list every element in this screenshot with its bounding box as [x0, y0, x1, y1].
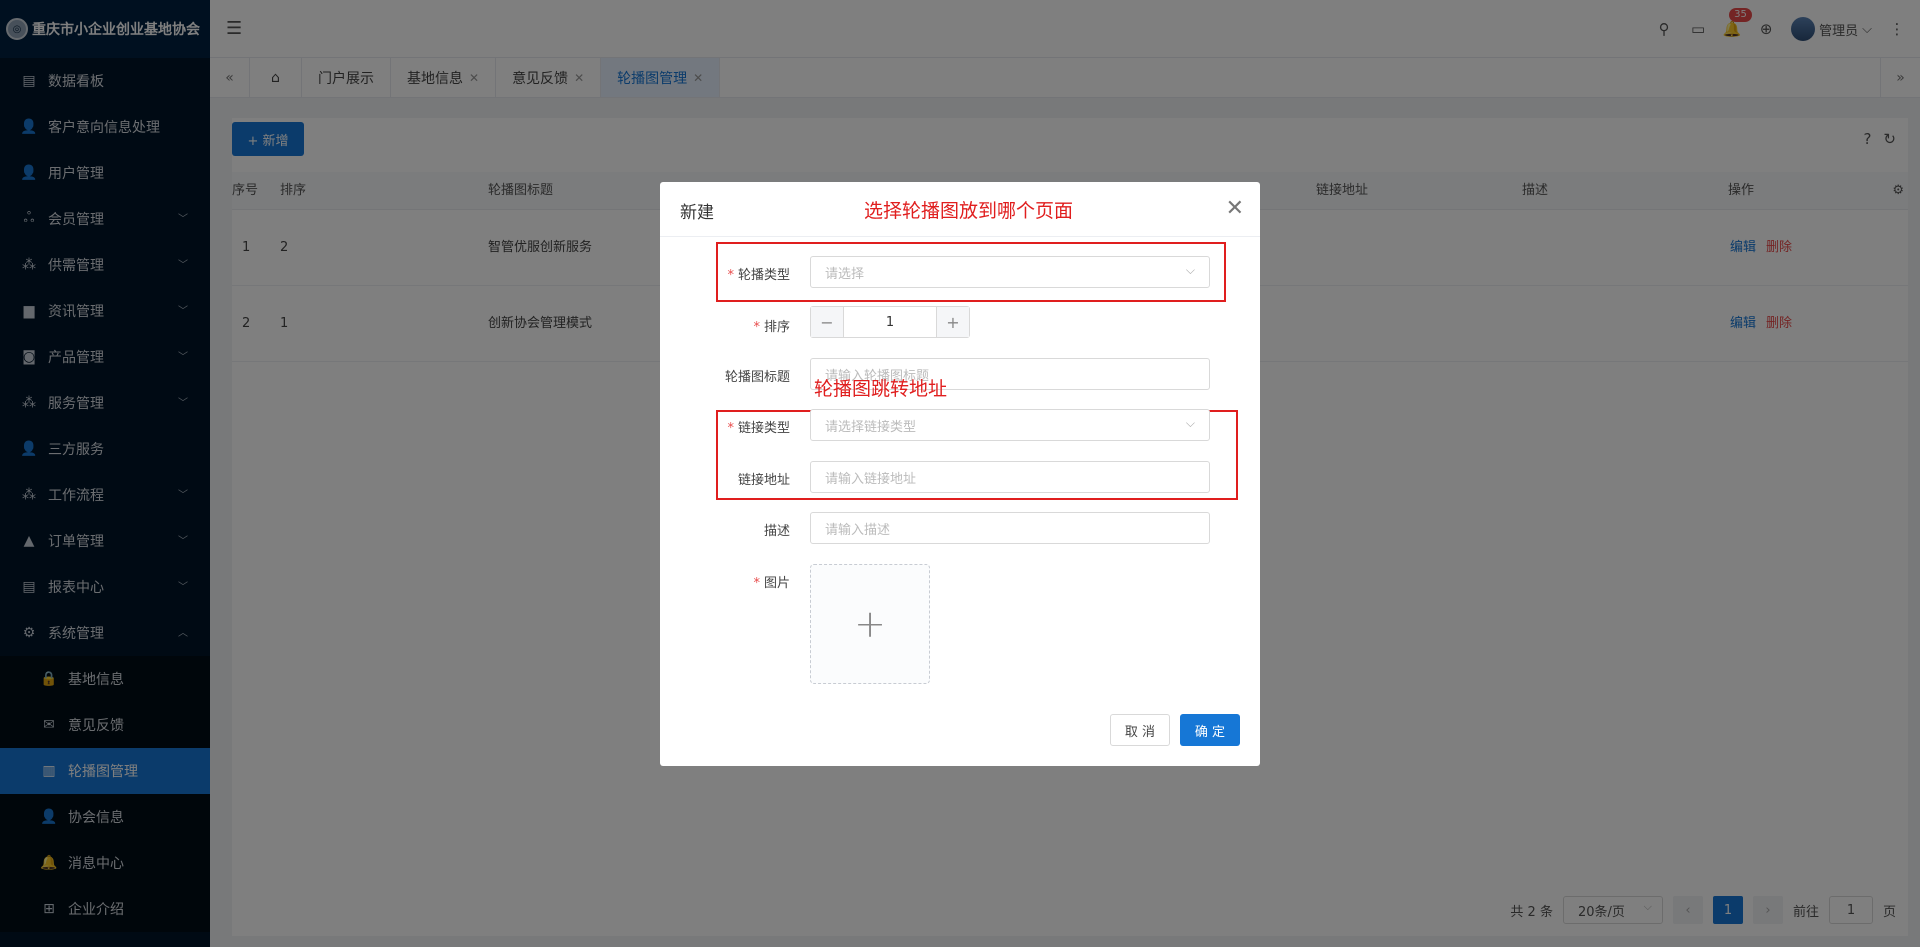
cancel-button[interactable]: 取 消	[1110, 714, 1170, 746]
link-url-input[interactable]: 请输入链接地址	[810, 461, 1210, 493]
sort-value[interactable]: 1	[843, 307, 937, 337]
image-upload[interactable]: +	[810, 564, 930, 684]
carousel-type-label: * 轮播类型	[727, 268, 790, 283]
divider	[660, 236, 1260, 237]
sort-stepper[interactable]: − 1 +	[810, 306, 970, 338]
title-label: 轮播图标题	[724, 370, 790, 385]
link-url-label: 链接地址	[737, 473, 790, 488]
create-dialog: 新建 选择轮播图放到哪个页面 ✕ * 轮播类型 请选择 ⌵ * 排序 − 1 + 轮播…	[660, 182, 1260, 766]
plus-icon[interactable]: +	[937, 307, 969, 337]
confirm-button[interactable]: 确 定	[1180, 714, 1240, 746]
sort-label: * 排序	[753, 320, 790, 335]
annotation-carousel-type: 选择轮播图放到哪个页面	[864, 200, 1074, 222]
close-icon[interactable]: ✕	[1226, 196, 1244, 221]
description-label: 描述	[763, 524, 790, 539]
chevron-down-icon: ⌵	[1185, 416, 1195, 430]
plus-icon: +	[854, 602, 886, 646]
description-input[interactable]: 请输入描述	[810, 512, 1210, 544]
carousel-type-select[interactable]: 请选择 ⌵	[810, 256, 1210, 288]
dialog-title: 新建	[680, 203, 714, 223]
annotation-link: 轮播图跳转地址	[814, 378, 948, 400]
image-label: * 图片	[753, 576, 790, 591]
link-type-label: * 链接类型	[727, 421, 790, 436]
minus-icon[interactable]: −	[811, 307, 843, 337]
link-type-select[interactable]: 请选择链接类型 ⌵	[810, 409, 1210, 441]
chevron-down-icon: ⌵	[1185, 263, 1195, 277]
